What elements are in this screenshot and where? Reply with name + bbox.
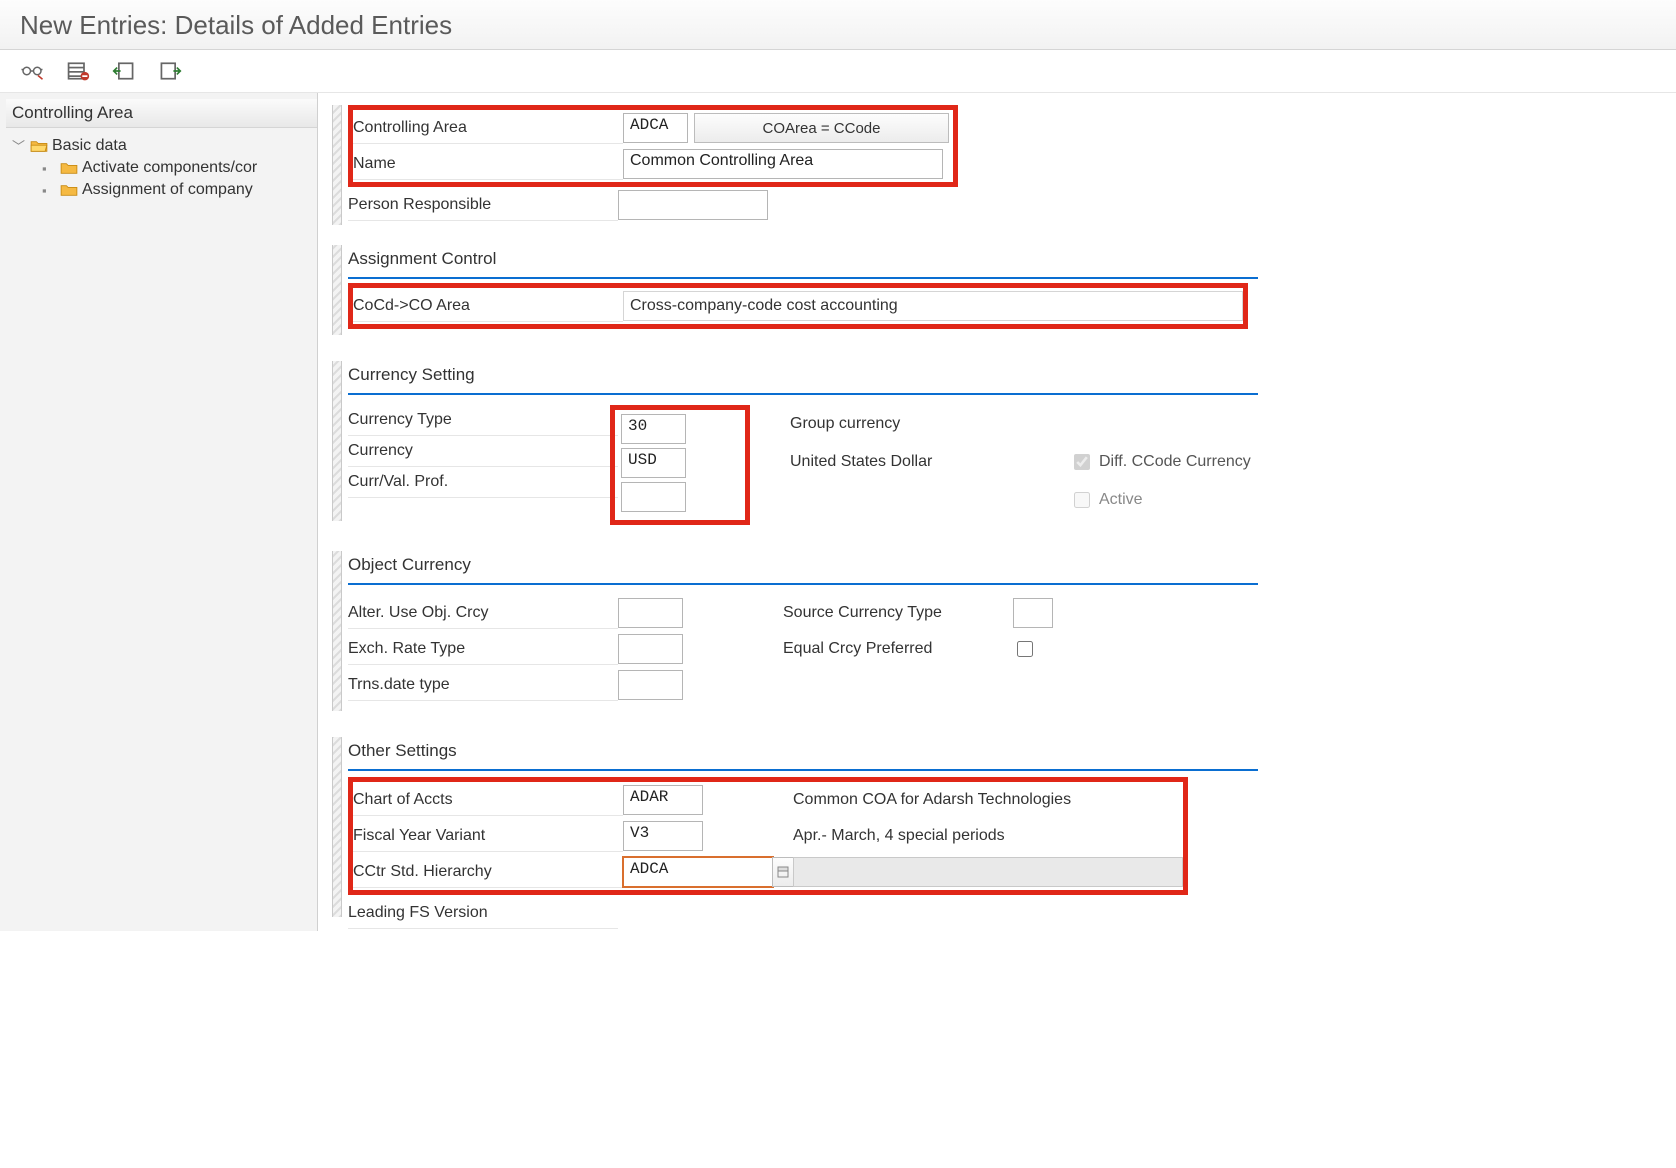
nav-tree: Controlling Area ﹀ Basic data ▪ Activate… <box>0 93 318 931</box>
folder-icon <box>60 161 78 175</box>
name-input[interactable]: Common Controlling Area <box>623 149 943 179</box>
cocd-coarea-value[interactable]: Cross-company-code cost accounting <box>623 291 1243 321</box>
person-responsible-input[interactable] <box>618 190 768 220</box>
detail-panel: Controlling Area ADCA COArea = CCode Nam… <box>318 93 1676 931</box>
equal-crcy-preferred-label: Equal Crcy Preferred <box>783 640 1013 658</box>
coarea-equals-ccode-button[interactable]: COArea = CCode <box>694 113 949 143</box>
tree-item-label: Activate components/cor <box>82 159 257 177</box>
toolbar <box>0 50 1676 93</box>
tree-item-assignment-company[interactable]: ▪ Assignment of company <box>12 179 313 201</box>
currency-desc: United States Dollar <box>790 453 990 471</box>
alter-use-obj-crcy-input[interactable] <box>618 598 683 628</box>
currency-type-label: Currency Type <box>348 405 618 436</box>
folder-icon <box>60 183 78 197</box>
folder-open-icon <box>30 139 48 153</box>
fiscal-year-variant-label: Fiscal Year Variant <box>353 821 623 852</box>
tree-item-label: Assignment of company <box>82 181 253 199</box>
bullet-icon: ▪ <box>42 161 56 176</box>
highlight-currency-fields: 30 USD <box>610 405 750 525</box>
chart-of-accts-label: Chart of Accts <box>353 785 623 816</box>
diff-ccode-currency-checkbox[interactable]: Diff. CCode Currency <box>1070 451 1251 473</box>
bullet-icon: ▪ <box>42 183 56 198</box>
active-checkbox[interactable]: Active <box>1070 489 1143 511</box>
tree-item-activate-components[interactable]: ▪ Activate components/cor <box>12 157 313 179</box>
chart-of-accts-input[interactable]: ADAR <box>623 785 703 815</box>
prev-entry-icon[interactable] <box>112 60 136 86</box>
title-bar: New Entries: Details of Added Entries <box>0 0 1676 50</box>
cctr-std-hierarchy-label: CCtr Std. Hierarchy <box>353 857 623 888</box>
person-responsible-label: Person Responsible <box>348 190 618 221</box>
group-title-object-currency: Object Currency <box>348 551 1258 585</box>
group-title-assignment: Assignment Control <box>348 245 1258 279</box>
group-title-currency: Currency Setting <box>348 361 1258 395</box>
trns-date-type-input[interactable] <box>618 670 683 700</box>
group-title-other-settings: Other Settings <box>348 737 1258 771</box>
tree-root-basic-data[interactable]: ﹀ Basic data <box>12 134 313 157</box>
nav-tree-header: Controlling Area <box>6 99 317 128</box>
cctr-std-hierarchy-input[interactable]: ADCA <box>623 857 773 887</box>
trns-date-type-label: Trns.date type <box>348 670 618 701</box>
page-title: New Entries: Details of Added Entries <box>20 10 1656 41</box>
highlight-assignment: CoCd->CO Area Cross-company-code cost ac… <box>348 283 1248 329</box>
chevron-down-icon: ﹀ <box>12 136 26 155</box>
currency-type-desc: Group currency <box>790 415 900 433</box>
currency-input[interactable]: USD <box>621 448 686 478</box>
chart-of-accts-desc: Common COA for Adarsh Technologies <box>793 791 1071 809</box>
fiscal-year-variant-input[interactable]: V3 <box>623 821 703 851</box>
currency-label: Currency <box>348 436 618 467</box>
highlight-controlling-area: Controlling Area ADCA COArea = CCode Nam… <box>348 105 958 187</box>
cocd-coarea-label: CoCd->CO Area <box>353 291 623 322</box>
highlight-other-settings: Chart of Accts ADAR Common COA for Adars… <box>348 777 1188 895</box>
curr-val-prof-label: Curr/Val. Prof. <box>348 467 618 498</box>
source-currency-type-label: Source Currency Type <box>783 604 1013 622</box>
curr-val-prof-input[interactable] <box>621 482 686 512</box>
tree-root-label: Basic data <box>52 137 127 155</box>
equal-crcy-preferred-checkbox[interactable] <box>1013 638 1036 660</box>
controlling-area-input[interactable]: ADCA <box>623 113 688 143</box>
exch-rate-type-label: Exch. Rate Type <box>348 634 618 665</box>
f4-help-icon[interactable] <box>772 857 794 887</box>
next-entry-icon[interactable] <box>158 60 182 86</box>
controlling-area-label: Controlling Area <box>353 113 623 144</box>
glasses-icon[interactable] <box>20 60 44 86</box>
name-label: Name <box>353 149 623 180</box>
currency-type-input[interactable]: 30 <box>621 414 686 444</box>
fiscal-year-variant-desc: Apr.- March, 4 special periods <box>793 827 1005 845</box>
alter-use-obj-crcy-label: Alter. Use Obj. Crcy <box>348 598 618 629</box>
source-currency-type-input[interactable] <box>1013 598 1053 628</box>
leading-fs-version-label: Leading FS Version <box>348 898 618 929</box>
exch-rate-type-input[interactable] <box>618 634 683 664</box>
delete-entry-icon[interactable] <box>66 60 90 86</box>
